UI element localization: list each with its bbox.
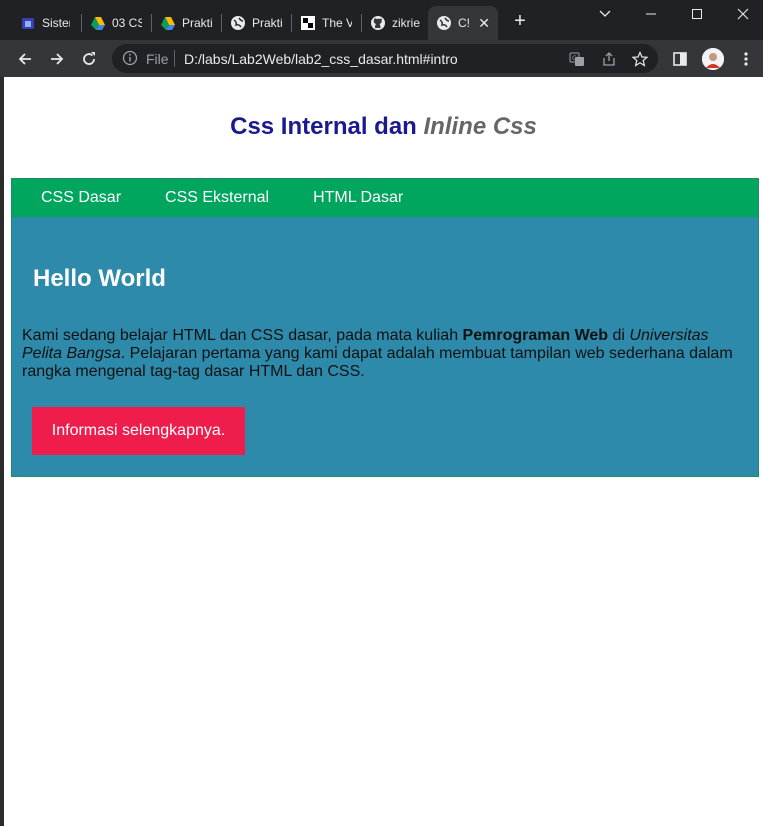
- new-tab-button[interactable]: +: [509, 11, 531, 33]
- intro-paragraph: Kami sedang belajar HTML dan CSS dasar, …: [22, 327, 733, 380]
- close-tab-icon[interactable]: ✕: [478, 15, 490, 32]
- content-container: CSS Dasar CSS Eksternal HTML Dasar Hello…: [11, 178, 759, 477]
- translate-icon[interactable]: G: [567, 49, 587, 69]
- forward-icon[interactable]: [44, 46, 70, 72]
- close-window-icon[interactable]: [720, 0, 763, 28]
- tab-2[interactable]: 03 CS: [82, 6, 150, 40]
- heading-main: Css Internal dan: [230, 113, 417, 140]
- page-viewport: Css Internal dan Inline Css CSS Dasar CS…: [4, 77, 763, 826]
- info-icon[interactable]: [122, 50, 138, 71]
- intro-title: Hello World: [33, 265, 166, 292]
- navbar: CSS Dasar CSS Eksternal HTML Dasar: [12, 179, 758, 217]
- app-icon: [20, 15, 36, 31]
- tab-6[interactable]: zikrie: [362, 6, 430, 40]
- site-icon: [300, 15, 316, 31]
- tab-title: Sistem: [42, 16, 70, 30]
- tab-3[interactable]: Prakti: [152, 6, 220, 40]
- svg-text:G: G: [572, 55, 577, 62]
- tab-search-icon[interactable]: [582, 0, 628, 28]
- nav-link-css-eksternal[interactable]: CSS Eksternal: [143, 179, 291, 217]
- url-text[interactable]: D:/labs/Lab2Web/lab2_css_dasar.html#intr…: [184, 51, 458, 67]
- nav-link-css-dasar[interactable]: CSS Dasar: [12, 179, 143, 217]
- globe-icon: [230, 15, 246, 31]
- tab-title: Prakti: [182, 16, 212, 30]
- bookmark-star-icon[interactable]: [630, 49, 650, 69]
- maximize-icon[interactable]: [674, 0, 720, 28]
- browser-toolbar: File D:/labs/Lab2Web/lab2_css_dasar.html…: [0, 40, 763, 77]
- back-icon[interactable]: [12, 46, 38, 72]
- minimize-icon[interactable]: [628, 0, 674, 28]
- heading-inline: Inline Css: [423, 113, 537, 140]
- course-name: Pemrograman Web: [462, 327, 609, 344]
- more-info-button[interactable]: Informasi selengkapnya.: [32, 407, 245, 455]
- tab-active[interactable]: C! ✕: [428, 6, 498, 40]
- menu-kebab-icon[interactable]: [735, 48, 757, 70]
- avatar[interactable]: [702, 48, 724, 70]
- reload-icon[interactable]: [76, 46, 102, 72]
- intro-section: Hello World Kami sedang belajar HTML dan…: [12, 217, 758, 476]
- nav-link-html-dasar[interactable]: HTML Dasar: [291, 179, 425, 217]
- google-drive-icon: [160, 15, 176, 31]
- tab-title: The V: [322, 16, 352, 30]
- tab-4[interactable]: Prakti: [222, 6, 290, 40]
- scheme-label: File: [146, 51, 169, 67]
- google-drive-icon: [90, 15, 106, 31]
- address-bar[interactable]: File D:/labs/Lab2Web/lab2_css_dasar.html…: [112, 44, 658, 73]
- tab-title: 03 CS: [112, 16, 142, 30]
- share-icon[interactable]: [599, 49, 619, 69]
- page-title: Css Internal dan Inline Css: [4, 113, 763, 141]
- tab-title: Prakti: [252, 16, 282, 30]
- tab-strip: Sistem 03 CS Prakti Prakti The V zikrie: [0, 0, 763, 40]
- side-panel-icon[interactable]: [669, 48, 691, 70]
- tab-title: zikrie: [392, 16, 421, 30]
- tab-title: C!: [458, 16, 470, 30]
- tab-1[interactable]: Sistem: [12, 6, 78, 40]
- tab-5[interactable]: The V: [292, 6, 360, 40]
- globe-icon: [436, 15, 452, 31]
- github-icon: [370, 15, 386, 31]
